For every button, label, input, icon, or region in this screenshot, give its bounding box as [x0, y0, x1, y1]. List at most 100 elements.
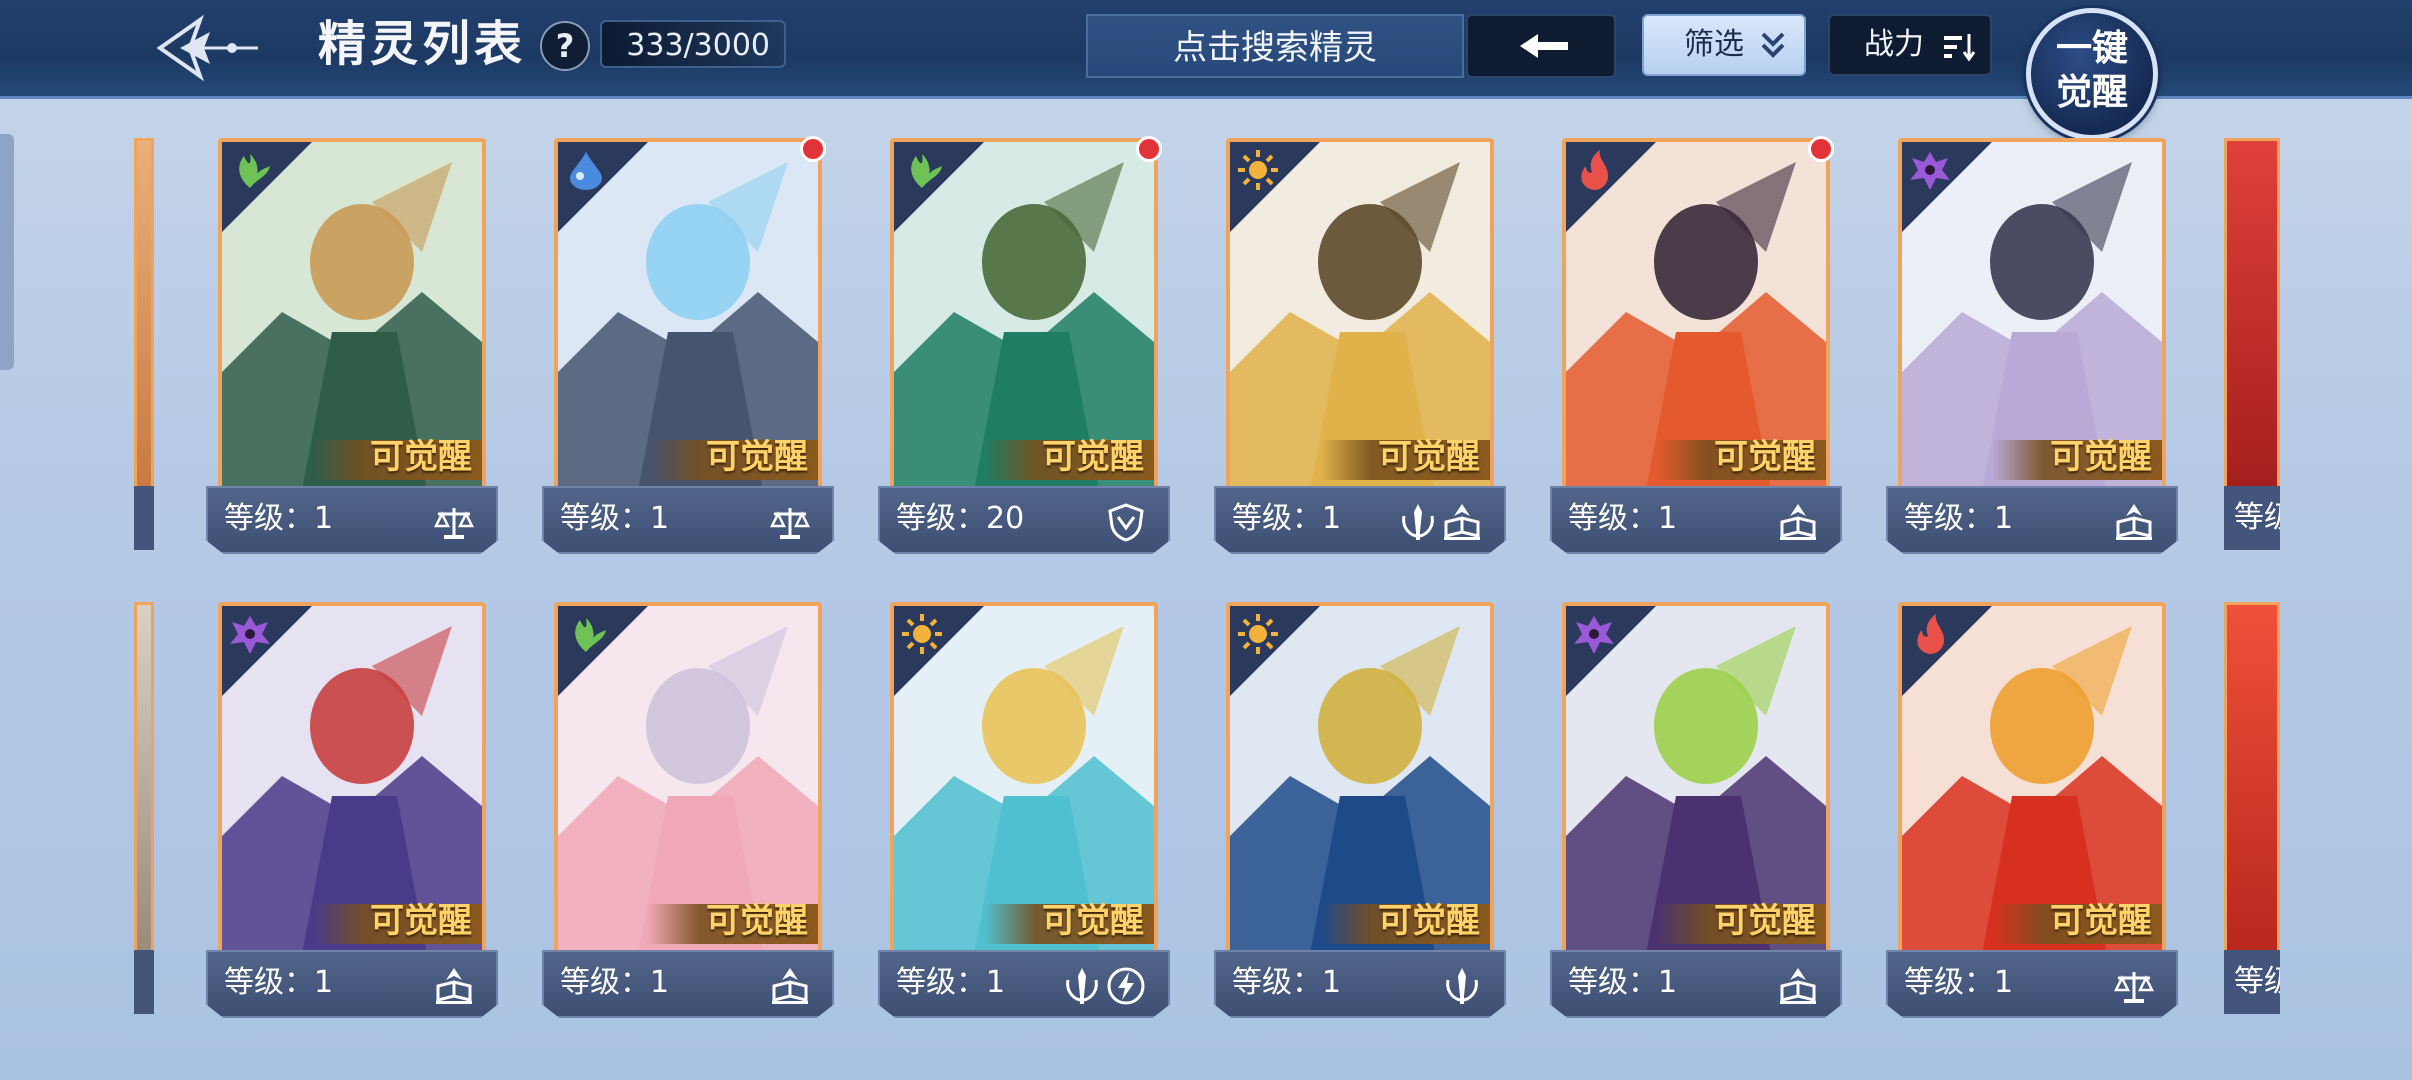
- level-label: 等级：1: [224, 965, 334, 1000]
- level-plate: 等级：1: [206, 486, 498, 554]
- book-class-icon: [1444, 504, 1480, 540]
- awakenable-badge: 可觉醒: [2050, 901, 2152, 941]
- book-class-icon: [2116, 504, 2152, 540]
- bolt-class-icon: [1107, 967, 1145, 1005]
- spirit-card[interactable]: 可觉醒等级：1: [542, 136, 834, 558]
- level-plate: 等级：1: [1886, 486, 2178, 554]
- awakenable-badge: 可觉醒: [1378, 901, 1480, 941]
- help-button[interactable]: ?: [540, 21, 590, 71]
- level-label: 等级：1: [896, 965, 1006, 1000]
- spirit-count: 333/3000: [600, 20, 786, 68]
- notification-dot: [1136, 136, 1162, 162]
- notification-dot: [1808, 136, 1834, 162]
- book-class-icon: [436, 968, 472, 1004]
- awakenable-badge: 可觉醒: [370, 901, 472, 941]
- level-label: 等级：1: [1232, 501, 1342, 536]
- level-plate: 等级：1: [1214, 486, 1506, 554]
- book-class-icon: [1780, 968, 1816, 1004]
- spirit-card[interactable]: 可觉醒等级：1: [1214, 602, 1506, 1022]
- filter-button[interactable]: 筛选: [1642, 14, 1806, 76]
- awaken-label-line2: 觉醒: [2055, 72, 2128, 113]
- side-drawer-tab[interactable]: [0, 134, 14, 370]
- level-plate: 等级：1: [206, 950, 498, 1018]
- level-plate: 等级：1: [542, 486, 834, 554]
- wood-element-icon: [911, 154, 942, 188]
- awakenable-badge: 可觉醒: [1042, 437, 1144, 477]
- sort-by-power-button[interactable]: 战力: [1828, 14, 1992, 76]
- awakenable-badge: 可觉醒: [706, 901, 808, 941]
- level-label: 等级：20: [896, 501, 1025, 536]
- spirit-portrait-frame: 可觉醒: [1226, 138, 1494, 494]
- level-label: 等级：1: [1232, 965, 1342, 1000]
- search-input[interactable]: 点击搜索精灵: [1086, 14, 1464, 78]
- shield-class-icon: [1108, 503, 1144, 542]
- spirit-portrait-frame: 可觉醒: [1226, 602, 1494, 958]
- level-plate: 等级：1: [1550, 950, 1842, 1018]
- spirit-portrait-frame: 可觉醒: [218, 602, 486, 958]
- spirit-card[interactable]: 可觉醒等级：1: [878, 602, 1170, 1022]
- level-label: 等级：1: [1904, 965, 2014, 1000]
- notification-dot: [800, 136, 826, 162]
- partial-card-left-top[interactable]: [134, 138, 154, 558]
- level-plate: 等级：1: [1550, 486, 1842, 554]
- spirit-card[interactable]: 可觉醒等级：1: [542, 602, 834, 1022]
- spirit-portrait-frame: 可觉醒: [1898, 602, 2166, 958]
- awakenable-badge: 可觉醒: [1714, 901, 1816, 941]
- awakenable-badge: 可觉醒: [1378, 437, 1480, 477]
- wood-element-icon: [575, 618, 606, 652]
- partial-level-label: 等级: [2224, 950, 2280, 1014]
- level-label: 等级：1: [1568, 965, 1678, 1000]
- sort-descending-icon: [1944, 34, 1976, 62]
- back-button[interactable]: [1466, 14, 1616, 78]
- awaken-label-line1: 一键: [2055, 28, 2128, 69]
- spirit-portrait-frame: 可觉醒: [554, 138, 822, 494]
- partial-card-left-bottom[interactable]: [134, 602, 154, 1022]
- menu-emblem-icon[interactable]: [140, 14, 260, 82]
- spirit-card[interactable]: 可觉醒等级：1: [1886, 602, 2178, 1022]
- book-class-icon: [772, 968, 808, 1004]
- spirit-card[interactable]: 可觉醒等级：1: [206, 602, 498, 1022]
- book-class-icon: [1780, 504, 1816, 540]
- one-click-awaken-button[interactable]: 一键 觉醒: [2026, 8, 2158, 140]
- level-label: 等级：1: [1568, 501, 1678, 536]
- dark-element-icon: [1574, 616, 1614, 654]
- spirit-card[interactable]: 可觉醒等级：1: [1214, 138, 1506, 558]
- awakenable-badge: 可觉醒: [1714, 437, 1816, 477]
- wood-element-icon: [239, 154, 270, 188]
- level-plate: 等级：1: [878, 950, 1170, 1018]
- spirit-portrait-frame: 可觉醒: [554, 602, 822, 958]
- sword-class-icon: [1402, 504, 1434, 540]
- partial-card-right-bottom[interactable]: 等级: [2224, 602, 2280, 1022]
- arrow-left-icon: [1520, 34, 1568, 58]
- level-label: 等级：1: [224, 501, 334, 536]
- level-plate: 等级：20: [878, 486, 1170, 554]
- spirit-card[interactable]: 可觉醒等级：1: [206, 138, 498, 558]
- sword-class-icon: [1066, 968, 1098, 1004]
- spirit-portrait-frame: 可觉醒: [890, 138, 1158, 494]
- spirit-card[interactable]: 可觉醒 等级：20: [878, 136, 1170, 558]
- awakenable-badge: 可觉醒: [2050, 437, 2152, 477]
- spirit-card[interactable]: 可觉醒等级：1: [1886, 138, 2178, 558]
- spirit-card[interactable]: 可觉醒等级：1: [1550, 602, 1842, 1022]
- awakenable-badge: 可觉醒: [370, 437, 472, 477]
- sword-class-icon: [1446, 968, 1478, 1004]
- partial-level-label: 等级: [2224, 486, 2280, 550]
- spirit-portrait-frame: 可觉醒: [1562, 138, 1830, 494]
- light-element-icon: [1238, 614, 1278, 654]
- awakenable-badge: 可觉醒: [706, 437, 808, 477]
- spirit-portrait-frame: 可觉醒: [1562, 602, 1830, 958]
- page-title: 精灵列表: [318, 16, 527, 72]
- partial-card-right-top[interactable]: 等级: [2224, 138, 2280, 558]
- fire-element-icon: [1917, 614, 1944, 654]
- dark-element-icon: [1910, 152, 1950, 190]
- water-element-icon: [570, 152, 602, 190]
- level-plate: 等级：1: [542, 950, 834, 1018]
- spirit-portrait-frame: 可觉醒: [218, 138, 486, 494]
- filter-label: 筛选: [1684, 27, 1744, 62]
- awakenable-badge: 可觉醒: [1042, 901, 1144, 941]
- double-chevron-down-icon: [1761, 32, 1785, 58]
- spirit-card[interactable]: 可觉醒等级：1: [1550, 136, 1842, 558]
- dark-element-icon: [230, 616, 270, 654]
- level-label: 等级：1: [560, 501, 670, 536]
- level-plate: 等级：1: [1886, 950, 2178, 1018]
